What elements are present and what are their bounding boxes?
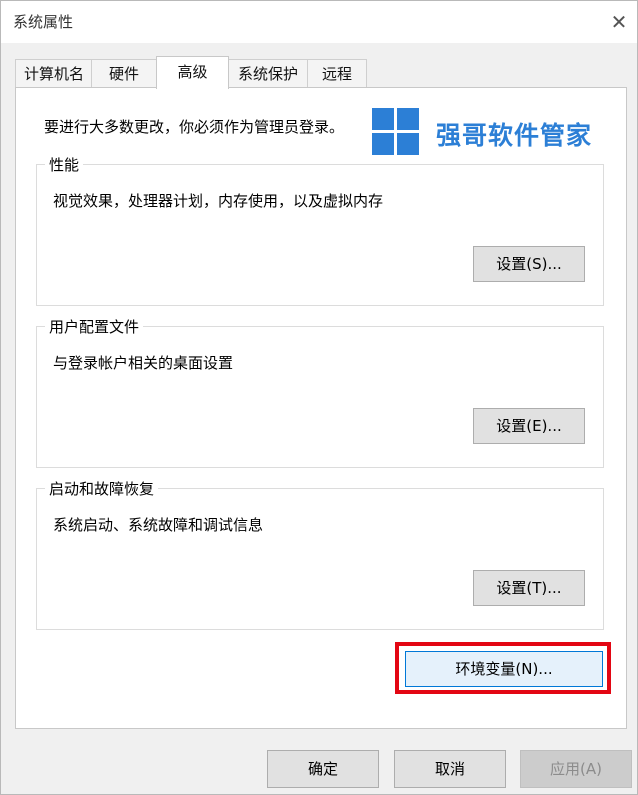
admin-notice: 要进行大多数更改，你必须作为管理员登录。 (44, 118, 345, 136)
window-title: 系统属性 (13, 13, 74, 31)
advanced-tab-panel: 要进行大多数更改，你必须作为管理员登录。 强哥软件管家 性能 视觉效果，处理器计… (15, 87, 627, 729)
tab-computer-name[interactable]: 计算机名 (15, 59, 93, 88)
startup-recovery-group-title: 启动和故障恢复 (45, 478, 159, 499)
tab-system-protection[interactable]: 系统保护 (227, 59, 309, 88)
startup-recovery-group: 启动和故障恢复 系统启动、系统故障和调试信息 设置(T)... (36, 478, 604, 630)
user-profiles-group: 用户配置文件 与登录帐户相关的桌面设置 设置(E)... (36, 316, 604, 468)
user-profiles-group-title: 用户配置文件 (45, 316, 144, 337)
performance-settings-button[interactable]: 设置(S)... (473, 246, 585, 282)
title-bar: 系统属性 ✕ (1, 1, 637, 43)
performance-group-title: 性能 (45, 154, 84, 175)
tab-remote[interactable]: 远程 (307, 59, 367, 88)
watermark-text: 强哥软件管家 (436, 121, 593, 150)
startup-recovery-description: 系统启动、系统故障和调试信息 (53, 516, 264, 534)
user-profiles-settings-button[interactable]: 设置(E)... (473, 408, 585, 444)
ok-button[interactable]: 确定 (267, 750, 379, 788)
performance-description: 视觉效果，处理器计划，内存使用，以及虚拟内存 (53, 192, 384, 210)
user-profiles-description: 与登录帐户相关的桌面设置 (53, 354, 234, 372)
close-icon[interactable]: ✕ (605, 9, 633, 35)
windows-logo-icon (372, 108, 420, 156)
startup-recovery-settings-button[interactable]: 设置(T)... (473, 570, 585, 606)
tab-hardware[interactable]: 硬件 (91, 59, 157, 88)
cancel-button[interactable]: 取消 (394, 750, 506, 788)
system-properties-window: 系统属性 ✕ 计算机名 硬件 高级 系统保护 远程 要进行大多数更改，你必须作为… (0, 0, 638, 795)
apply-button[interactable]: 应用(A) (520, 750, 632, 788)
performance-group: 性能 视觉效果，处理器计划，内存使用，以及虚拟内存 设置(S)... (36, 154, 604, 306)
environment-variables-button[interactable]: 环境变量(N)... (405, 651, 603, 687)
watermark: 强哥软件管家 (372, 108, 632, 158)
tab-advanced[interactable]: 高级 (156, 56, 229, 89)
